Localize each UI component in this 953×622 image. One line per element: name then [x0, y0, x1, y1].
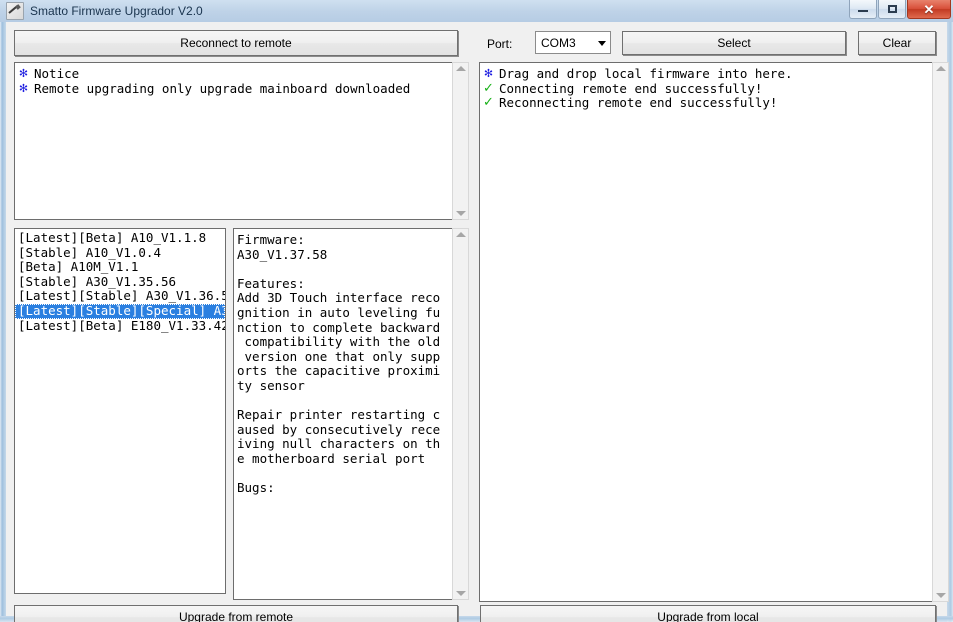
- firmware-detail-line: gnition in auto leveling fu: [237, 304, 441, 320]
- firmware-list-item[interactable]: [Beta] A10M_V1.1: [15, 260, 225, 275]
- scroll-down-icon[interactable]: [455, 591, 466, 596]
- firmware-list[interactable]: [Latest][Beta] A10_V1.1.8 [Stable] A10_V1…: [14, 228, 226, 594]
- select-button[interactable]: Select: [622, 31, 846, 55]
- client-area: Reconnect to remote Port: COM3 Select Cl…: [6, 22, 949, 622]
- firmware-list-item[interactable]: [Latest][Beta] A10_V1.1.8: [15, 231, 225, 246]
- log-line-text: Notice: [34, 66, 80, 81]
- firmware-detail-line: iving null characters on th: [237, 436, 441, 452]
- firmware-list-item[interactable]: [Stable] A30_V1.35.56: [15, 275, 225, 290]
- firmware-detail-line: [237, 467, 452, 482]
- firmware-detail-panel: Firmware: A30_V1.37.58 Features: Add 3D To…: [233, 228, 452, 600]
- firmware-detail-line: [237, 262, 452, 277]
- window-controls: ✕: [848, 0, 951, 19]
- log-line: ✓ Connecting remote end successfully!: [483, 80, 929, 97]
- firmware-list-item[interactable]: [Latest][Stable] A30_V1.36.57: [15, 289, 225, 304]
- upgrade-from-remote-button[interactable]: Upgrade from remote: [14, 605, 458, 622]
- log-line-text: Reconnecting remote end successfully!: [499, 95, 778, 111]
- log-line: ✻ Notice: [18, 66, 449, 82]
- log-line: ✻ Drag and drop local firmware into here.: [483, 66, 929, 82]
- log-line: ✓ Reconnecting remote end successfully!: [483, 96, 929, 111]
- notice-panel-scrollbar[interactable]: [452, 62, 469, 220]
- firmware-detail-line: compatibility with the old: [237, 334, 441, 350]
- firmware-detail-line: e motherboard serial port: [237, 450, 426, 466]
- close-icon: ✕: [923, 1, 935, 17]
- port-select-value: COM3: [541, 35, 576, 50]
- log-line-text: Connecting remote end successfully!: [499, 80, 763, 96]
- port-label: Port:: [487, 37, 513, 51]
- scroll-down-icon[interactable]: [455, 211, 466, 216]
- firmware-detail-line: orts the capacitive proximi: [237, 363, 441, 379]
- firmware-detail-scrollbar[interactable]: [452, 228, 469, 600]
- log-line-text: Remote upgrading only upgrade mainboard …: [34, 80, 411, 96]
- gear-bullet-icon: ✻: [18, 81, 29, 95]
- chevron-down-icon: [598, 40, 606, 46]
- upgrade-from-local-button[interactable]: Upgrade from local: [480, 605, 936, 622]
- firmware-list-item[interactable]: [Stable] A10_V1.0.4: [15, 246, 225, 261]
- maximize-button[interactable]: [878, 0, 906, 19]
- firmware-detail-line: aused by consecutively rece: [237, 421, 441, 437]
- firmware-list-item[interactable]: [Latest][Beta] E180_V1.33.42: [15, 319, 225, 334]
- firmware-detail-line: [237, 394, 452, 409]
- firmware-detail-line: Firmware:: [237, 232, 305, 247]
- maximize-icon: [887, 5, 897, 13]
- gear-bullet-icon: ✻: [18, 67, 29, 80]
- application-window: Smatto Firmware Upgrador V2.0 ✕ Reconnec…: [0, 0, 953, 622]
- scroll-up-icon[interactable]: [455, 232, 466, 237]
- minimize-button[interactable]: [849, 0, 877, 19]
- gear-bullet-icon: ✻: [483, 67, 494, 80]
- title-bar-left: Smatto Firmware Upgrador V2.0: [6, 2, 203, 20]
- firmware-detail-line: Bugs:: [237, 480, 275, 496]
- pencil-app-icon: [6, 2, 24, 20]
- scroll-up-icon[interactable]: [935, 66, 946, 71]
- minimize-icon: [858, 7, 868, 12]
- title-bar: Smatto Firmware Upgrador V2.0 ✕: [0, 0, 953, 22]
- reconnect-to-remote-button[interactable]: Reconnect to remote: [14, 30, 458, 56]
- firmware-detail-line: A30_V1.37.58: [237, 246, 328, 262]
- log-line: ✻ Remote upgrading only upgrade mainboard…: [18, 80, 449, 97]
- log-line-text: Drag and drop local firmware into here.: [499, 66, 793, 81]
- firmware-detail-line: ty sensor: [237, 377, 305, 393]
- firmware-detail-line: Features:: [237, 275, 305, 291]
- notice-panel: ✻ Notice ✻ Remote upgrading only upgrade ma…: [14, 62, 452, 220]
- scroll-up-icon[interactable]: [455, 66, 466, 71]
- scroll-down-icon[interactable]: [935, 593, 946, 598]
- firmware-list-item[interactable]: [Latest][Stable][Special] A30: [15, 303, 225, 319]
- firmware-detail-line: Repair printer restarting c: [237, 407, 441, 423]
- log-line-list: ✻ Drag and drop local firmware into here.…: [480, 63, 932, 111]
- notice-line-list: ✻ Notice ✻ Remote upgrading only upgrade ma…: [15, 63, 452, 96]
- port-select[interactable]: COM3: [535, 31, 611, 54]
- check-icon: ✓: [483, 95, 494, 111]
- check-icon: ✓: [483, 80, 494, 96]
- clear-button[interactable]: Clear: [858, 31, 936, 55]
- log-panel-scrollbar[interactable]: [932, 62, 949, 602]
- firmware-detail-line: version one that only supp: [237, 348, 441, 364]
- firmware-detail-line: nction to complete backward: [237, 319, 441, 335]
- window-title: Smatto Firmware Upgrador V2.0: [30, 4, 203, 18]
- close-button[interactable]: ✕: [907, 0, 951, 19]
- firmware-detail-line: Add 3D Touch interface reco: [237, 290, 441, 306]
- log-panel[interactable]: ✻ Drag and drop local firmware into here.…: [479, 62, 932, 602]
